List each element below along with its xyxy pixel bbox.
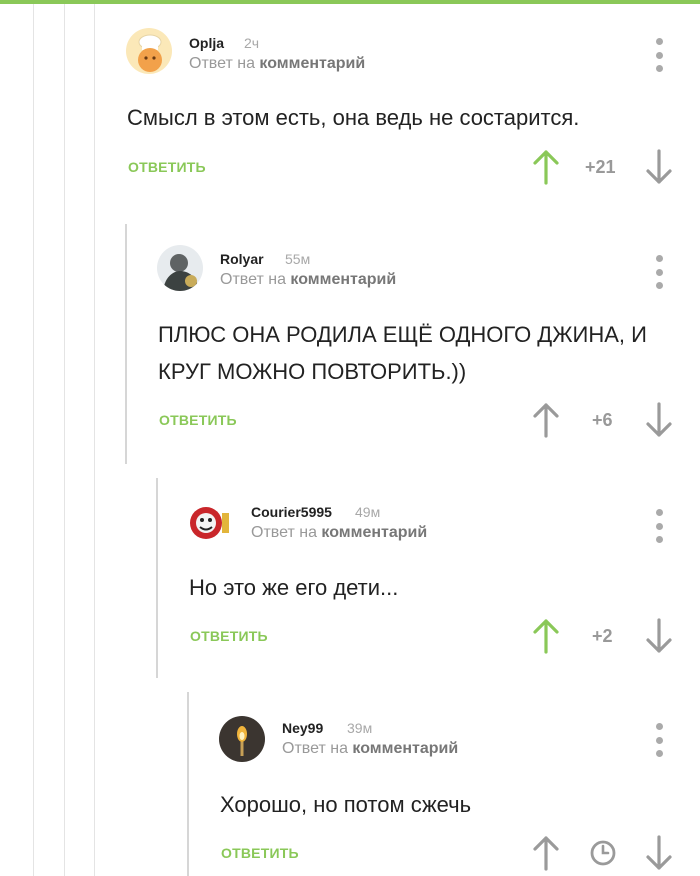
thread-indent-line bbox=[125, 224, 127, 464]
reply-target-link[interactable]: комментарий bbox=[321, 524, 427, 541]
comment-author[interactable]: Oplja bbox=[189, 35, 224, 51]
comment-text-line: ПЛЮС ОНА РОДИЛА ЕЩЁ ОДНОГО ДЖИНА, И bbox=[158, 322, 647, 347]
reply-to-label: Ответ на комментарий bbox=[282, 740, 458, 758]
more-options-icon[interactable] bbox=[649, 723, 669, 757]
downvote-arrow-icon[interactable] bbox=[645, 402, 673, 438]
comment-text: Смысл в этом есть, она ведь не состаритс… bbox=[127, 105, 580, 130]
reply-prefix: Ответ на bbox=[282, 740, 348, 757]
reply-to-label: Ответ на комментарий bbox=[189, 55, 365, 73]
downvote-arrow-icon[interactable] bbox=[645, 618, 673, 654]
comment-time: 2ч bbox=[244, 35, 260, 51]
comment-author[interactable]: Rolyar bbox=[220, 251, 264, 267]
upvote-arrow-icon[interactable] bbox=[532, 402, 560, 438]
comment-text: Но это же его дети... bbox=[189, 575, 399, 600]
comment-text: Хорошо, но потом сжечь bbox=[220, 792, 472, 817]
more-options-icon[interactable] bbox=[649, 255, 669, 289]
reply-to-label: Ответ на комментарий bbox=[251, 524, 427, 542]
more-options-icon[interactable] bbox=[649, 38, 669, 72]
comment-text-line: КРУГ МОЖНО ПОВТОРИТЬ.)) bbox=[158, 359, 467, 384]
downvote-arrow-icon[interactable] bbox=[645, 149, 673, 185]
vote-score: +6 bbox=[592, 410, 613, 430]
reply-prefix: Ответ на bbox=[189, 55, 255, 72]
clock-icon bbox=[590, 840, 616, 866]
chef-avatar-icon[interactable] bbox=[126, 28, 172, 74]
thread-line bbox=[64, 4, 65, 876]
upvote-arrow-icon[interactable] bbox=[532, 835, 560, 871]
reply-target-link[interactable]: комментарий bbox=[290, 271, 396, 288]
reply-target-link[interactable]: комментарий bbox=[352, 740, 458, 757]
vote-score: +2 bbox=[592, 626, 613, 646]
comment-ney99: Ney99 39м Ответ на комментарий Хорошо, н… bbox=[187, 692, 700, 876]
thread-indent-line bbox=[156, 478, 158, 678]
vote-score: +21 bbox=[585, 157, 616, 177]
torch-avatar-icon[interactable] bbox=[219, 716, 265, 762]
comment-oplja: Oplja 2ч Ответ на комментарий Смысл в эт… bbox=[95, 22, 700, 220]
upvote-arrow-icon[interactable] bbox=[532, 618, 560, 654]
thread-line bbox=[33, 4, 34, 876]
reply-target-link[interactable]: комментарий bbox=[259, 55, 365, 72]
reply-to-label: Ответ на комментарий bbox=[220, 271, 396, 289]
person-photo-avatar-icon[interactable] bbox=[157, 245, 203, 291]
comment-courier5995: Courier5995 49м Ответ на комментарий Но … bbox=[156, 478, 700, 678]
cartoon-face-avatar-icon[interactable] bbox=[188, 499, 234, 545]
comment-author[interactable]: Courier5995 bbox=[251, 504, 332, 520]
reply-button[interactable]: ОТВЕТИТЬ bbox=[221, 845, 299, 861]
comment-rolyar: Rolyar 55м Ответ на комментарий ПЛЮС ОНА… bbox=[125, 224, 700, 464]
comment-time: 49м bbox=[355, 504, 381, 520]
comment-time: 39м bbox=[347, 720, 373, 736]
reply-button[interactable]: ОТВЕТИТЬ bbox=[128, 159, 206, 175]
reply-button[interactable]: ОТВЕТИТЬ bbox=[190, 628, 268, 644]
more-options-icon[interactable] bbox=[649, 509, 669, 543]
comment-time: 55м bbox=[285, 251, 311, 267]
reply-button[interactable]: ОТВЕТИТЬ bbox=[159, 412, 237, 428]
downvote-arrow-icon[interactable] bbox=[645, 835, 673, 871]
thread-indent-line bbox=[187, 692, 189, 876]
reply-prefix: Ответ на bbox=[220, 271, 286, 288]
top-accent-bar bbox=[0, 0, 700, 4]
reply-prefix: Ответ на bbox=[251, 524, 317, 541]
comment-author[interactable]: Ney99 bbox=[282, 720, 323, 736]
upvote-arrow-icon[interactable] bbox=[532, 149, 560, 185]
